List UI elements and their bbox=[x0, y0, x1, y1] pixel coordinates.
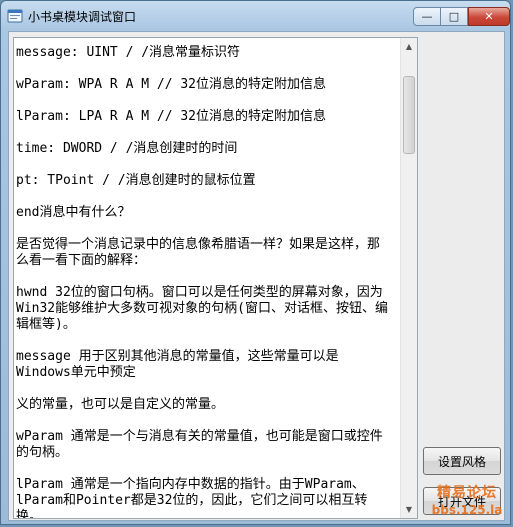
scroll-down-icon[interactable]: ▼ bbox=[401, 501, 417, 518]
title-bar[interactable]: 小书桌模块调试窗口 — □ ✕ bbox=[1, 1, 510, 31]
set-style-button[interactable]: 设置风格 bbox=[423, 447, 501, 475]
text-line: message 用于区别其他消息的常量值，这些常量可以是Windows单元中预定 bbox=[16, 349, 339, 380]
close-button[interactable]: ✕ bbox=[468, 7, 510, 26]
text-line: wParam 通常是一个与消息有关的常量值，也可能是窗口或控件的句柄。 bbox=[16, 429, 383, 460]
text-line: lParam: LPA R A M // 32位消息的特定附加信息 bbox=[16, 109, 327, 124]
forum-watermark: 精易论坛 bbs.125.la bbox=[421, 485, 513, 525]
scroll-up-icon[interactable]: ▲ bbox=[401, 38, 417, 55]
text-line: time: DWORD / /消息创建时的时间 bbox=[16, 141, 238, 156]
text-line: wParam: WPA R A M // 32位消息的特定附加信息 bbox=[16, 77, 327, 92]
watermark-title: 精易论坛 bbox=[437, 485, 497, 501]
client-area: message: UINT / /消息常量标识符 wParam: WPA R A … bbox=[8, 31, 505, 521]
text-line: lParam 通常是一个指向内存中数据的指针。由于WParam、lParam和P… bbox=[16, 477, 368, 519]
window-title: 小书桌模块调试窗口 bbox=[28, 10, 137, 24]
text-line: message: UINT / /消息常量标识符 bbox=[16, 45, 241, 60]
close-icon: ✕ bbox=[484, 10, 494, 23]
text-content: message: UINT / /消息常量标识符 wParam: WPA R A … bbox=[16, 45, 388, 519]
vertical-scrollbar[interactable]: ▲ ▼ bbox=[400, 38, 417, 518]
text-line: 义的常量，也可以是自定义的常量。 bbox=[16, 397, 225, 412]
minimize-button[interactable]: — bbox=[413, 7, 441, 26]
maximize-button[interactable]: □ bbox=[441, 7, 468, 26]
text-line: end消息中有什么？ bbox=[16, 205, 131, 220]
app-icon bbox=[7, 9, 23, 23]
text-line: pt: TPoint / /消息创建时的鼠标位置 bbox=[16, 173, 256, 188]
watermark-url: bbs.125.la bbox=[431, 503, 503, 517]
text-line: 是否觉得一个消息记录中的信息像希腊语一样？如果是这样，那么看一看下面的解释： bbox=[16, 237, 381, 268]
main-window: 小书桌模块调试窗口 — □ ✕ message: UINT / /消息常量标识符… bbox=[0, 0, 511, 525]
text-line: hwnd 32位的窗口句柄。窗口可以是任何类型的屏幕对象，因为Win32能够维护… bbox=[16, 285, 388, 332]
maximize-icon: □ bbox=[448, 10, 460, 23]
scroll-thumb[interactable] bbox=[403, 76, 415, 154]
minimize-icon: — bbox=[421, 10, 433, 23]
message-text-area[interactable]: message: UINT / /消息常量标识符 wParam: WPA R A … bbox=[13, 37, 418, 519]
